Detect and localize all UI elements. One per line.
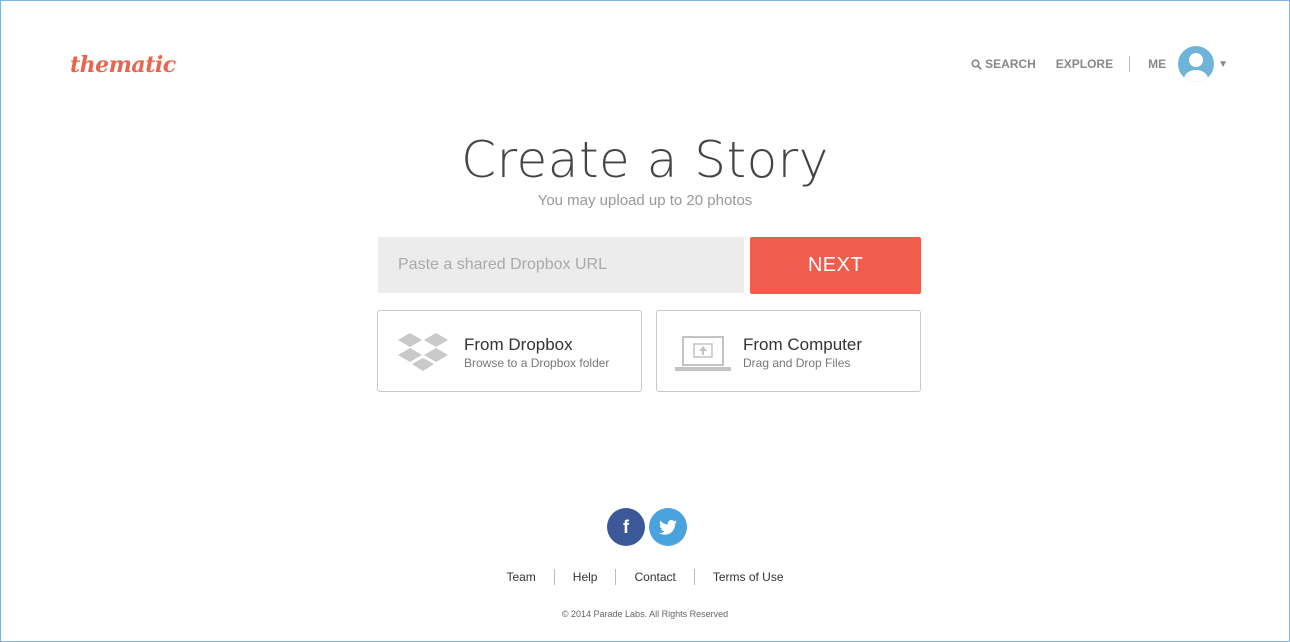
twitter-button[interactable] — [649, 508, 687, 546]
search-label: SEARCH — [985, 57, 1036, 71]
from-computer-card[interactable]: From Computer Drag and Drop Files — [656, 310, 921, 392]
dropbox-icon — [398, 333, 448, 371]
social-links: f — [607, 508, 687, 546]
footer-divider — [693, 569, 695, 585]
explore-link[interactable]: EXPLORE — [1056, 57, 1113, 71]
from-computer-subtitle: Drag and Drop Files — [743, 356, 851, 370]
search-link[interactable]: SEARCH — [971, 57, 1036, 71]
footer-link-team[interactable]: Team — [506, 570, 535, 584]
page-title: Create a Story — [461, 131, 829, 189]
from-dropbox-subtitle: Browse to a Dropbox folder — [464, 356, 610, 370]
me-link[interactable]: ME — [1148, 57, 1166, 71]
top-nav: SEARCH EXPLORE ME ▼ — [971, 46, 1228, 82]
footer-link-contact[interactable]: Contact — [634, 570, 675, 584]
footer-divider — [553, 569, 555, 585]
user-silhouette-icon — [1184, 53, 1209, 82]
facebook-icon: f — [623, 516, 629, 537]
laptop-upload-icon — [675, 336, 731, 371]
dropbox-url-input[interactable] — [378, 237, 744, 293]
from-dropbox-card[interactable]: From Dropbox Browse to a Dropbox folder — [377, 310, 642, 392]
copyright: © 2014 Parade Labs. All Rights Reserved — [561, 609, 729, 619]
search-icon — [971, 58, 982, 70]
nav-divider — [1129, 56, 1131, 72]
twitter-icon — [659, 519, 677, 535]
footer-divider — [615, 569, 617, 585]
avatar[interactable] — [1178, 46, 1215, 82]
thematic-logo[interactable]: thematic — [70, 52, 176, 78]
from-dropbox-title: From Dropbox — [464, 335, 573, 354]
from-computer-title: From Computer — [743, 335, 863, 354]
page-subtitle: You may upload up to 20 photos — [537, 192, 753, 209]
footer-link-terms[interactable]: Terms of Use — [713, 570, 784, 584]
facebook-button[interactable]: f — [607, 508, 645, 546]
next-button[interactable]: NEXT — [750, 237, 921, 294]
chevron-down-icon[interactable]: ▼ — [1218, 59, 1228, 70]
footer-link-help[interactable]: Help — [573, 570, 598, 584]
footer-links: Team Help Contact Terms of Use — [0, 569, 1290, 585]
